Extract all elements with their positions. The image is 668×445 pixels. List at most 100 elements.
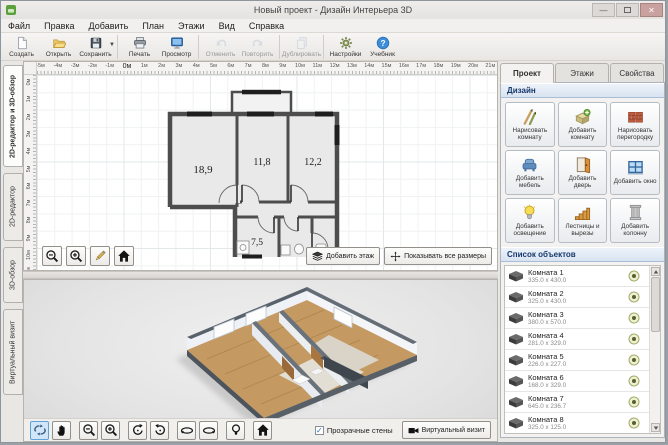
minimize-icon[interactable]: —	[592, 3, 615, 17]
visibility-icon[interactable]	[626, 396, 642, 408]
menu-item-5[interactable]: Вид	[212, 21, 242, 31]
object-list-item[interactable]: Комната 7645.0 x 236.7	[505, 392, 649, 413]
orbit-r-button[interactable]	[199, 421, 218, 440]
left-tab-virtual-visit[interactable]: Виртуальный визит	[3, 309, 23, 395]
show-dimensions-button[interactable]: Показывать все размеры	[384, 247, 492, 265]
add-door-button[interactable]: Добавить дверь	[558, 150, 608, 195]
object-list-scrollbar[interactable]	[649, 266, 660, 433]
stairs-button[interactable]: Лестницы и вырезы	[558, 198, 608, 243]
h-ruler-label: 9м	[279, 63, 286, 69]
tab-properties[interactable]: Свойства	[610, 63, 664, 83]
h-ruler-label: 0м	[123, 63, 132, 70]
draw-partition-button[interactable]: Нарисовать перегородку	[610, 102, 660, 147]
scrollbar-thumb[interactable]	[651, 277, 660, 332]
object-list-item[interactable]: Комната 2325.0 x 430.0	[505, 287, 649, 308]
object-list-item[interactable]: Комната 5226.0 x 227.0	[505, 350, 649, 371]
object-list-item[interactable]: Комната 8325.0 x 125.0	[505, 413, 649, 433]
object-list-item[interactable]: Комната 1335.0 x 430.0	[505, 266, 649, 287]
zoom-in-button[interactable]	[66, 246, 86, 266]
pan-hand-button[interactable]	[52, 421, 71, 440]
split-divider[interactable]	[23, 271, 498, 279]
home-button[interactable]	[253, 421, 272, 440]
object-size: 281.0 x 329.0	[528, 340, 626, 347]
view3d-toolbar: ✓ Прозрачные стены Виртуальный визит	[24, 418, 497, 441]
v-ruler-label: 10м	[24, 249, 35, 261]
visibility-icon[interactable]	[626, 333, 642, 345]
visibility-icon[interactable]	[626, 291, 642, 303]
object-list-item[interactable]: Комната 4281.0 x 329.0	[505, 329, 649, 350]
room3d-icon	[508, 417, 524, 429]
virtual-visit-button[interactable]: Виртуальный визит	[402, 421, 491, 439]
tab-project[interactable]: Проект	[500, 63, 554, 83]
draw-room-button[interactable]: Нарисовать комнату	[505, 102, 555, 147]
orbit-l-button[interactable]	[177, 421, 196, 440]
tutorial-button[interactable]: ?Учебник	[364, 34, 401, 60]
bulb-button[interactable]	[226, 421, 245, 440]
h-ruler-label: 17м	[416, 63, 426, 69]
menu-item-0[interactable]: Файл	[1, 21, 37, 31]
transparent-walls-option[interactable]: ✓ Прозрачные стены	[315, 426, 393, 435]
orbit-l-icon	[180, 423, 194, 437]
zoom-in-button[interactable]	[101, 421, 120, 440]
menu-item-2[interactable]: Добавить	[82, 21, 136, 31]
rotate-ccw-button[interactable]	[128, 421, 147, 440]
redo-button: Повторить	[239, 34, 276, 60]
visibility-icon[interactable]	[626, 312, 642, 324]
show-dimensions-label: Показывать все размеры	[404, 253, 486, 260]
menu-item-3[interactable]: План	[135, 21, 171, 31]
close-icon[interactable]: ✕	[640, 3, 663, 17]
design-button-label: Добавить дверь	[560, 175, 606, 189]
object-list-items: Комната 1335.0 x 430.0Комната 2325.0 x 4…	[505, 266, 649, 433]
visibility-icon[interactable]	[626, 270, 642, 282]
render-3d-view[interactable]: ✓ Прозрачные стены Виртуальный визит	[23, 279, 498, 442]
duplicate-button: Дублировать	[283, 34, 320, 60]
add-column-button[interactable]: Добавить колонну	[610, 198, 660, 243]
preview-button[interactable]: Просмотр	[158, 34, 195, 60]
left-tab-view-3d[interactable]: 3D-обзор	[3, 247, 23, 303]
add-window-button[interactable]: Добавить окно	[610, 150, 660, 195]
save-dropdown-icon[interactable]: ▼	[109, 42, 115, 48]
add-furniture-button[interactable]: Добавить мебель	[505, 150, 555, 195]
rotate-cw-icon	[153, 423, 167, 437]
add-column-icon	[627, 204, 644, 221]
settings-button[interactable]: Настройки	[327, 34, 364, 60]
rotate-cw-button[interactable]	[150, 421, 169, 440]
tab-floors[interactable]: Этажи	[555, 63, 609, 83]
add-light-button[interactable]: Добавить освещение	[505, 198, 555, 243]
object-list-item[interactable]: Комната 6168.0 x 329.0	[505, 371, 649, 392]
transparent-walls-checkbox[interactable]: ✓	[315, 426, 324, 435]
open-icon	[52, 36, 66, 50]
measure-button[interactable]	[90, 246, 110, 266]
v-ruler-label: 8м	[24, 214, 35, 226]
visibility-icon[interactable]	[626, 375, 642, 387]
pan-hand-icon	[55, 423, 69, 437]
zoom-out-button[interactable]	[79, 421, 98, 440]
menu-item-4[interactable]: Этажи	[171, 21, 212, 31]
home-button[interactable]	[114, 246, 134, 266]
rotate3d-button[interactable]	[30, 421, 49, 440]
add-floor-button[interactable]: Добавить этаж	[306, 247, 380, 265]
v-ruler-label: 3м	[24, 128, 35, 140]
left-tab-editor-2d[interactable]: 2D-редактор	[3, 173, 23, 241]
print-button[interactable]: Печать	[121, 34, 158, 60]
scroll-up-icon[interactable]	[651, 267, 660, 276]
h-ruler-label: 8м	[262, 63, 269, 69]
scroll-down-icon[interactable]	[651, 423, 660, 432]
add-room-button[interactable]: Добавить комнату	[558, 102, 608, 147]
room3d-icon	[508, 291, 524, 303]
menu-item-6[interactable]: Справка	[242, 21, 291, 31]
visibility-icon[interactable]	[626, 354, 642, 366]
save-button[interactable]: ▼Сохранить	[77, 34, 114, 60]
svg-text:?: ?	[380, 37, 385, 47]
left-tab-editor-2d-3d[interactable]: 2D-редактор и 3D-обзор	[3, 65, 23, 167]
new-button[interactable]: Создать	[3, 34, 40, 60]
open-button[interactable]: Открыть	[40, 34, 77, 60]
plan-canvas[interactable]: 18,9 11,8 12,2 7,5 Добавить этаж Показыв…	[37, 75, 497, 270]
visibility-icon[interactable]	[626, 417, 642, 429]
menu-item-1[interactable]: Правка	[37, 21, 81, 31]
object-name: Комната 5	[528, 352, 626, 361]
zoom-out-button[interactable]	[42, 246, 62, 266]
floor-plan[interactable]: 18,9 11,8 12,2 7,5	[37, 75, 497, 270]
object-list-item[interactable]: Комната 3380.0 x 570.0	[505, 308, 649, 329]
maximize-icon[interactable]	[616, 3, 639, 17]
